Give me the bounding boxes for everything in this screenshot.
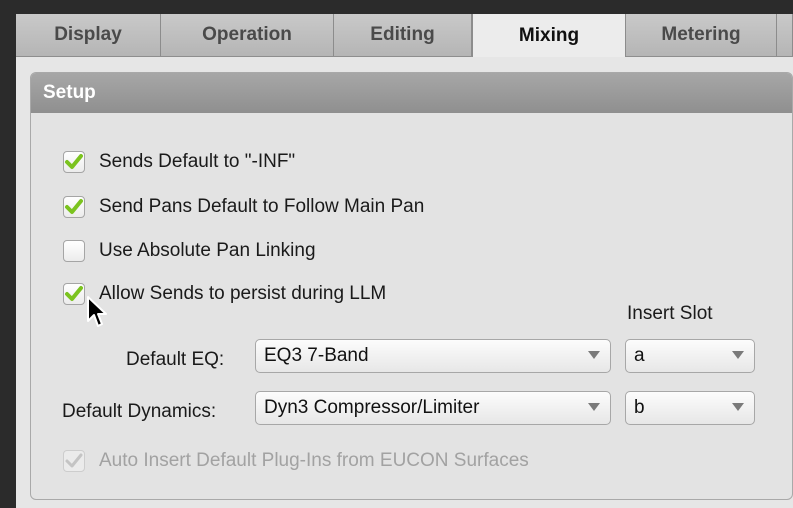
checkmark-icon bbox=[65, 286, 83, 301]
eq-insert-slot-value: a bbox=[634, 345, 645, 366]
default-eq-value: EQ3 7-Band bbox=[264, 345, 369, 366]
checkmark-icon bbox=[65, 199, 83, 214]
checkmark-icon bbox=[65, 453, 83, 468]
tab-display[interactable]: Display bbox=[16, 14, 161, 56]
setup-title: Setup bbox=[43, 82, 96, 103]
default-dynamics-value: Dyn3 Compressor/Limiter bbox=[264, 397, 480, 418]
tab-editing[interactable]: Editing bbox=[334, 14, 472, 56]
chevron-down-icon bbox=[732, 351, 744, 359]
mouse-pointer-icon bbox=[87, 296, 107, 327]
setup-group: Setup Sends Default to "-INF" Send Pans … bbox=[30, 72, 793, 500]
absolute-pan-linking-option[interactable]: Use Absolute Pan Linking bbox=[63, 237, 316, 265]
default-eq-select[interactable]: EQ3 7-Band bbox=[255, 339, 611, 373]
tab-metering[interactable]: Metering bbox=[626, 14, 777, 56]
auto-insert-eucon-option: Auto Insert Default Plug-Ins from EUCON … bbox=[63, 447, 529, 475]
send-pans-follow-option[interactable]: Send Pans Default to Follow Main Pan bbox=[63, 193, 424, 221]
auto-insert-eucon-label: Auto Insert Default Plug-Ins from EUCON … bbox=[99, 450, 529, 471]
absolute-pan-linking-label: Use Absolute Pan Linking bbox=[99, 240, 316, 261]
chevron-down-icon bbox=[732, 403, 744, 411]
setup-header: Setup bbox=[31, 73, 792, 113]
tab-overflow[interactable] bbox=[777, 14, 793, 56]
preferences-window: Display Operation Editing Mixing Meterin… bbox=[16, 14, 793, 508]
chevron-down-icon bbox=[588, 403, 600, 411]
send-pans-follow-label: Send Pans Default to Follow Main Pan bbox=[99, 196, 425, 217]
default-dynamics-select[interactable]: Dyn3 Compressor/Limiter bbox=[255, 391, 611, 425]
eq-insert-slot-select[interactable]: a bbox=[625, 339, 755, 373]
send-pans-follow-checkbox[interactable] bbox=[63, 196, 85, 218]
tab-bar: Display Operation Editing Mixing Meterin… bbox=[16, 14, 793, 57]
sends-persist-llm-option[interactable]: Allow Sends to persist during LLM bbox=[63, 280, 386, 308]
sends-persist-llm-label: Allow Sends to persist during LLM bbox=[99, 283, 387, 304]
insert-slot-label: Insert Slot bbox=[627, 303, 713, 324]
default-eq-label: Default EQ: bbox=[126, 349, 225, 370]
auto-insert-eucon-checkbox bbox=[63, 450, 85, 472]
absolute-pan-linking-checkbox[interactable] bbox=[63, 240, 85, 262]
sends-default-inf-checkbox[interactable] bbox=[63, 151, 85, 173]
sends-persist-llm-checkbox[interactable] bbox=[63, 283, 85, 305]
checkmark-icon bbox=[65, 154, 83, 169]
sends-default-inf-label: Sends Default to "-INF" bbox=[99, 151, 296, 172]
tab-mixing[interactable]: Mixing bbox=[472, 14, 626, 57]
sends-default-inf-option[interactable]: Sends Default to "-INF" bbox=[63, 148, 295, 176]
default-dynamics-label: Default Dynamics: bbox=[62, 401, 217, 422]
dynamics-insert-slot-value: b bbox=[634, 397, 645, 418]
dynamics-insert-slot-select[interactable]: b bbox=[625, 391, 755, 425]
tab-operation[interactable]: Operation bbox=[161, 14, 334, 56]
chevron-down-icon bbox=[588, 351, 600, 359]
